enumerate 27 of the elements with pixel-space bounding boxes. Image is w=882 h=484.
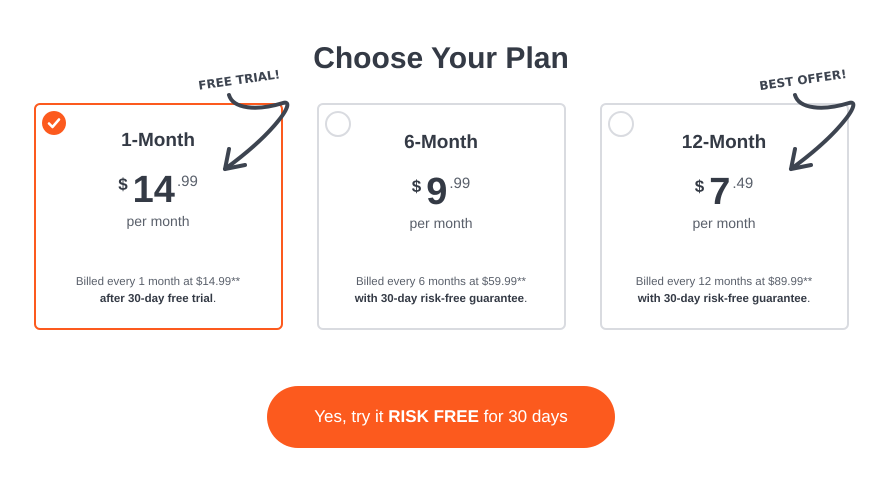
- price-period: per month: [126, 212, 190, 231]
- promo-label: BEST OFFER!: [758, 66, 848, 96]
- billing-text: Billed every 12 months at $89.99**: [636, 274, 812, 290]
- terms-text: after 30-day free trial.: [100, 292, 216, 307]
- price-period: per month: [692, 214, 756, 233]
- radio-icon: [324, 111, 350, 137]
- billing-text: Billed every 1 month at $14.99**: [76, 274, 240, 290]
- terms-text: with 30-day risk-free guarantee.: [638, 292, 810, 307]
- price-whole: 9: [426, 172, 448, 212]
- terms-text: with 30-day risk-free guarantee.: [354, 292, 528, 307]
- plan-name: 1-Month: [121, 129, 195, 153]
- price-period: per month: [409, 214, 473, 233]
- promo-label: FREE TRIAL!: [197, 66, 282, 95]
- price-cents: .99: [449, 174, 470, 194]
- price-whole: 14: [132, 170, 175, 210]
- radio-icon: [608, 111, 634, 137]
- price-whole: 7: [709, 172, 730, 212]
- currency-symbol: $: [118, 174, 128, 196]
- page-title: Choose Your Plan: [313, 41, 569, 77]
- plan-name: 12-Month: [682, 131, 766, 155]
- currency-symbol: $: [412, 176, 422, 198]
- check-icon: [42, 111, 66, 135]
- price-cents: .99: [176, 172, 198, 192]
- billing-text: Billed every 6 months at $59.99**: [356, 274, 526, 290]
- price-cents: .49: [732, 174, 754, 194]
- currency-symbol: $: [694, 176, 704, 198]
- plan-name: 6-Month: [404, 131, 478, 155]
